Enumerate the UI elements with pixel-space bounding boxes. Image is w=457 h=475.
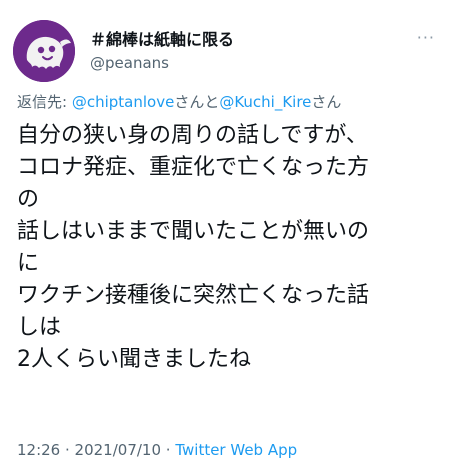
tweet-date[interactable]: 2021/07/10 (75, 441, 161, 459)
tweet-text-line: コロナ発症、重症化で亡くなった方 (17, 155, 370, 180)
tweet-text: 自分の狭い身の周りの話しですが、 コロナ発症、重症化で亡くなった方 の 話しはい… (17, 120, 447, 376)
ghost-avatar-icon (13, 20, 75, 82)
tweet-time[interactable]: 12:26 (17, 441, 60, 459)
tweet-meta: 12:26 · 2021/07/10 · Twitter Web App (17, 440, 297, 460)
meta-separator: · (161, 441, 176, 459)
tweet-text-line: しは (17, 315, 62, 340)
tweet-text-line: の (17, 187, 40, 212)
tweet-text-line: ワクチン接種後に突然亡くなった話 (17, 283, 370, 308)
reply-suffix: さん (311, 93, 342, 111)
reply-joiner: さんと (174, 93, 220, 111)
tweet-text-line: に (17, 251, 40, 276)
tweet-text-line: 2人くらい聞きましたね (17, 347, 251, 372)
meta-separator: · (60, 441, 75, 459)
user-avatar[interactable] (13, 20, 75, 82)
more-options-icon[interactable]: ··· (417, 28, 435, 47)
user-handle[interactable]: @peanans (90, 53, 169, 73)
reply-context: 返信先: @chiptanloveさんと@Kuchi_Kireさん (17, 92, 341, 112)
tweet-text-line: 自分の狭い身の周りの話しですが、 (17, 123, 368, 148)
display-name[interactable]: ＃綿棒は紙軸に限る (90, 30, 234, 50)
tweet-source-link[interactable]: Twitter Web App (175, 441, 297, 459)
reply-prefix: 返信先: (17, 93, 72, 111)
tweet-text-line: 話しはいままで聞いたことが無いの (17, 219, 370, 244)
mention-link-chiptanlove[interactable]: @chiptanlove (72, 93, 174, 111)
mention-link-kuchi-kire[interactable]: @Kuchi_Kire (219, 93, 311, 111)
